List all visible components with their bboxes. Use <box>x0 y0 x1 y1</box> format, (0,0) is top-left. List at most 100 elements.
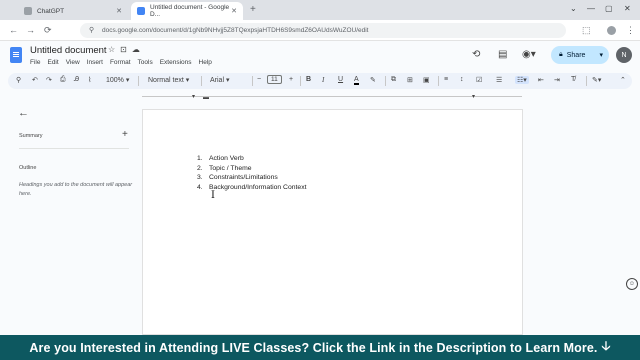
menu-extensions[interactable]: Extensions <box>160 59 192 66</box>
ruler-right-indent[interactable]: ▾ <box>472 93 475 100</box>
move-folder-icon[interactable]: ⊡ <box>120 45 132 54</box>
close-tab-icon[interactable]: ✕ <box>116 7 122 15</box>
list-text: Topic / Theme <box>209 164 252 172</box>
list-number: 3. <box>197 174 203 181</box>
spellcheck-icon[interactable]: Ꭿ <box>74 76 79 84</box>
align-icon[interactable]: ≡ <box>444 76 448 83</box>
decrease-indent-icon[interactable]: ⇤ <box>538 76 544 84</box>
numbered-list[interactable]: 1. Action Verb 2. Topic / Theme 3. Constrai… <box>197 154 306 192</box>
back-icon[interactable]: ← <box>9 25 18 35</box>
font-select[interactable]: Arial ▾ <box>210 76 229 84</box>
side-panel-toggle-icon[interactable]: ☺ <box>626 278 638 290</box>
right-margin-area <box>527 101 640 335</box>
editing-mode-icon[interactable]: ✎▾ <box>592 76 601 84</box>
numbered-list-icon[interactable]: ☷▾ <box>515 76 529 84</box>
document-page[interactable]: 1. Action Verb 2. Topic / Theme 3. Constrai… <box>142 109 523 335</box>
menu-format[interactable]: Format <box>110 59 131 66</box>
comments-icon[interactable]: ▤ <box>498 49 507 60</box>
paint-format-icon[interactable]: ⌇ <box>88 76 91 84</box>
increase-indent-icon[interactable]: ⇥ <box>554 76 560 84</box>
list-number: 4. <box>197 183 203 191</box>
clear-formatting-icon[interactable]: T̸ <box>571 76 575 83</box>
menu-tools[interactable]: Tools <box>138 59 153 66</box>
close-outline-icon[interactable]: ← <box>18 107 29 119</box>
line-spacing-icon[interactable]: ↕ <box>460 76 464 83</box>
bulleted-list-icon[interactable]: ☰ <box>496 76 502 84</box>
minimize-icon[interactable]: — <box>587 4 595 13</box>
underline-button[interactable]: U <box>338 76 343 83</box>
undo-icon[interactable]: ↶ <box>32 76 38 84</box>
site-info-icon[interactable]: ⚲ <box>89 26 94 34</box>
list-item[interactable]: 3. Constraints/Limitations <box>197 173 306 183</box>
star-icon[interactable]: ☆ <box>108 45 120 54</box>
comment-icon[interactable]: ⊞ <box>407 76 413 84</box>
menu-file[interactable]: File <box>30 59 40 66</box>
tab-title: ChatGPT <box>37 7 65 15</box>
share-dropdown-icon[interactable]: ▾ <box>599 51 603 59</box>
profile-icon[interactable] <box>607 26 616 35</box>
forward-icon[interactable]: → <box>26 25 35 35</box>
highlight-icon[interactable]: ✎ <box>370 76 376 84</box>
list-text: Background/Information Context <box>209 183 307 191</box>
title-icons: ☆⊡☁ <box>108 45 145 54</box>
close-window-icon[interactable]: ✕ <box>624 4 631 13</box>
style-select[interactable]: Normal text ▾ <box>148 76 189 84</box>
list-text: Constraints/Limitations <box>209 174 278 181</box>
tab-chatgpt[interactable]: ChatGPT ✕ <box>18 2 128 20</box>
ruler-left-indent[interactable]: ▾ <box>192 93 195 100</box>
text-color-button[interactable]: A <box>354 76 359 85</box>
list-number: 1. <box>197 155 203 162</box>
down-arrow-icon: 🡣 <box>601 339 611 353</box>
tab-search-icon[interactable]: ⌄ <box>570 4 577 13</box>
zoom-value: 100% <box>106 77 124 84</box>
link-icon[interactable]: ⧉ <box>391 76 396 84</box>
close-tab-icon[interactable]: ✕ <box>231 7 237 15</box>
tab-title: Untitled document - Google D... <box>150 4 230 18</box>
menu-edit[interactable]: Edit <box>47 59 58 66</box>
maximize-icon[interactable]: ▢ <box>605 4 613 13</box>
ruler-first-line-indent[interactable]: ▬ <box>203 95 209 101</box>
tab-untitled-document[interactable]: Untitled document - Google D... ✕ <box>131 2 243 20</box>
address-bar-row: ← → ⟳ ⚲ docs.google.com/document/d/1gNb9… <box>0 20 640 41</box>
share-button[interactable]: 🔒︎ Share ▾ <box>551 46 609 64</box>
cloud-status-icon[interactable]: ☁ <box>132 45 145 54</box>
image-icon[interactable]: ▣ <box>423 76 430 84</box>
list-number: 2. <box>197 164 203 172</box>
url-text: docs.google.com/document/d/1gNb9NHvjj5Z8… <box>102 27 369 34</box>
url-input[interactable]: ⚲ docs.google.com/document/d/1gNb9NHvjj5… <box>80 23 566 38</box>
divider <box>19 148 129 149</box>
menu-view[interactable]: View <box>66 59 80 66</box>
share-label: Share <box>566 51 586 59</box>
new-tab-button[interactable]: + <box>250 4 256 15</box>
promo-banner: Are you Interested in Attending LIVE Cla… <box>0 335 640 360</box>
search-menus-icon[interactable]: ⚲ <box>16 76 21 84</box>
list-text: Action Verb <box>209 155 244 162</box>
avatar[interactable]: N <box>616 47 632 63</box>
docs-logo-icon[interactable] <box>10 47 22 63</box>
document-outline-sidebar: ← Summary + Outline Headings you add to … <box>0 101 142 335</box>
history-icon[interactable]: ⟲ <box>472 49 480 60</box>
bold-button[interactable]: B <box>306 76 311 83</box>
font-value: Arial <box>210 77 225 84</box>
list-item[interactable]: 2. Topic / Theme <box>197 164 306 174</box>
meet-icon[interactable]: ◉▾ <box>522 49 536 60</box>
italic-button[interactable]: I <box>322 76 324 84</box>
menu-insert[interactable]: Insert <box>87 59 103 66</box>
collapse-toolbar-icon[interactable]: ⌃ <box>620 76 626 84</box>
list-item[interactable]: 1. Action Verb <box>197 154 306 164</box>
browser-menu-icon[interactable]: ⋮ <box>626 25 635 36</box>
font-size-input[interactable]: 11 <box>267 75 282 84</box>
redo-icon[interactable]: ↷ <box>46 76 52 84</box>
reload-icon[interactable]: ⟳ <box>44 25 52 36</box>
zoom-select[interactable]: 100% ▾ <box>106 76 129 84</box>
docs-header: Untitled document ☆⊡☁ File Edit View Ins… <box>0 41 640 71</box>
extensions-icon[interactable]: ⬚ <box>582 25 591 36</box>
document-title[interactable]: Untitled document <box>30 45 107 56</box>
add-summary-button[interactable]: + <box>122 129 128 140</box>
checklist-icon[interactable]: ☑ <box>476 76 482 84</box>
menu-help[interactable]: Help <box>199 59 212 66</box>
print-icon[interactable]: ⎙ <box>60 76 66 84</box>
increase-font-size-button[interactable]: + <box>289 76 293 83</box>
decrease-font-size-button[interactable]: − <box>257 76 261 83</box>
summary-label: Summary <box>19 133 43 139</box>
